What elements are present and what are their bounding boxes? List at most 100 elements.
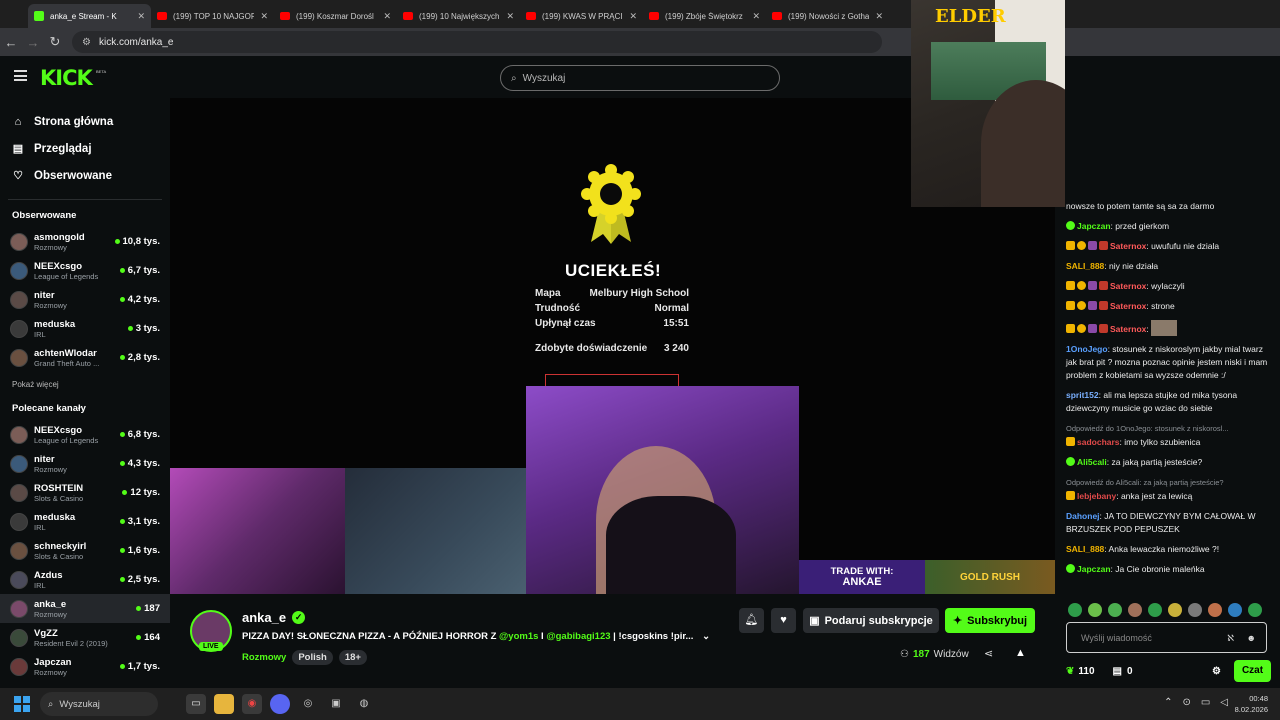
channel-item[interactable]: schneckyirl Slots & Casino 1,6 tys. bbox=[0, 536, 170, 565]
microphone-icon[interactable]: ⊙ bbox=[1182, 697, 1190, 708]
channel-item[interactable]: asmongold Rozmowy 10,8 tys. bbox=[0, 227, 170, 256]
network-icon[interactable]: ▭ bbox=[1201, 697, 1210, 708]
streamer-name[interactable]: anka_e bbox=[242, 610, 286, 625]
app-icon[interactable]: ▣ bbox=[326, 694, 346, 714]
close-icon[interactable]: ✕ bbox=[506, 11, 514, 22]
emote-icon[interactable] bbox=[1128, 603, 1142, 617]
file-explorer-icon[interactable] bbox=[214, 694, 234, 714]
chat-username[interactable]: SALI_888 bbox=[1066, 261, 1104, 271]
chrome-icon[interactable]: ◉ bbox=[242, 694, 262, 714]
browser-tab[interactable]: anka_e Stream - K ✕ bbox=[28, 4, 151, 28]
emote-icon[interactable] bbox=[1068, 603, 1082, 617]
forward-icon[interactable]: → bbox=[22, 35, 44, 50]
reply-reference[interactable]: Odpowiedź do 1OnoJego: stosunek z niskor… bbox=[1066, 422, 1276, 435]
chat-message[interactable]: SALI_888: Anka lewaczka niemożliwe ?! bbox=[1066, 543, 1276, 556]
tag-language[interactable]: Polish bbox=[292, 650, 333, 665]
heart-icon[interactable]: ♥ bbox=[771, 608, 796, 633]
close-icon[interactable]: ✕ bbox=[137, 11, 145, 22]
chat-message[interactable]: Odpowiedź do Ali5cali: za jaką partią je… bbox=[1066, 476, 1276, 503]
site-info-icon[interactable]: ⚙ bbox=[82, 37, 91, 48]
chat-username[interactable]: Saternox bbox=[1110, 241, 1146, 251]
chat-username[interactable]: SALI_888 bbox=[1066, 544, 1104, 554]
chevron-up-icon[interactable]: ⌃ bbox=[1164, 697, 1172, 708]
chat-username[interactable]: Saternox bbox=[1110, 301, 1146, 311]
channel-item[interactable]: Japczan Rozmowy 1,7 tys. bbox=[0, 652, 170, 681]
mention-link[interactable]: @yom1s bbox=[499, 631, 538, 642]
menu-icon[interactable] bbox=[14, 70, 27, 81]
channel-item[interactable]: NEEXcsgo League of Legends 6,7 tys. bbox=[0, 256, 170, 285]
channel-item[interactable]: niter Rozmowy 4,3 tys. bbox=[0, 449, 170, 478]
task-view-icon[interactable]: ▭ bbox=[186, 694, 206, 714]
chat-message[interactable]: Odpowiedź do 1OnoJego: stosunek z niskor… bbox=[1066, 422, 1276, 449]
chat-message[interactable]: Ali5cali: za jaką partią jesteście? bbox=[1066, 456, 1276, 469]
browser-tab[interactable]: (199) Nowości z Gotha ✕ bbox=[766, 4, 889, 28]
emote-icon[interactable] bbox=[1228, 603, 1242, 617]
browser-tab[interactable]: (199) KWAS W PRĄCI ✕ bbox=[520, 4, 643, 28]
reply-reference[interactable]: Odpowiedź do Ali5cali: za jaką partią je… bbox=[1066, 476, 1276, 489]
tag-age[interactable]: 18+ bbox=[338, 650, 367, 665]
chat-username[interactable]: Saternox bbox=[1110, 324, 1146, 334]
channel-item[interactable]: anka_e Rozmowy 187 bbox=[0, 594, 170, 623]
chat-username[interactable]: sadochars bbox=[1077, 437, 1120, 447]
chat-message[interactable]: sprit152: ali ma lepsza stujke od mika t… bbox=[1066, 389, 1276, 415]
emoji-icon[interactable]: ☻ bbox=[1247, 633, 1256, 643]
chat-username[interactable]: Saternox bbox=[1110, 281, 1146, 291]
chat-message[interactable]: Saternox: wylaczyli bbox=[1066, 280, 1276, 293]
browser-tab[interactable]: (199) TOP 10 NAJGORS ✕ bbox=[151, 4, 274, 28]
sidebar-nav-item[interactable]: ⌂ Strona główna bbox=[12, 108, 170, 135]
translate-icon[interactable]: ℵ bbox=[1227, 633, 1234, 644]
steam-icon[interactable]: ◎ bbox=[298, 694, 318, 714]
chat-message[interactable]: Saternox: bbox=[1066, 320, 1276, 336]
chat-username[interactable]: lebjebany bbox=[1077, 491, 1116, 501]
reload-icon[interactable]: ↻ bbox=[44, 34, 66, 50]
browser-tab[interactable]: (199) 10 Największych ✕ bbox=[397, 4, 520, 28]
search-input[interactable]: ⌕ Wyszukaj bbox=[500, 65, 780, 91]
points-count[interactable]: 110 bbox=[1078, 666, 1094, 677]
chat-message[interactable]: Saternox: strone bbox=[1066, 300, 1276, 313]
close-icon[interactable]: ✕ bbox=[875, 11, 883, 22]
chat-username[interactable]: Japczan bbox=[1077, 221, 1111, 231]
channel-item[interactable]: ROSHTEIN Slots & Casino 12 tys. bbox=[0, 478, 170, 507]
emote-icon[interactable] bbox=[1248, 603, 1262, 617]
kick-logo[interactable]: KICK bbox=[40, 66, 93, 90]
settings-icon[interactable]: ⚙ bbox=[1212, 666, 1221, 677]
chat-message[interactable]: SALI_888: niy nie działa bbox=[1066, 260, 1276, 273]
channel-item[interactable]: achtenWlodar Grand Theft Auto ... 2,8 tys. bbox=[0, 343, 170, 372]
volume-icon[interactable]: ◁ bbox=[1220, 697, 1228, 708]
windows-start-icon[interactable] bbox=[14, 696, 30, 712]
chat-message[interactable]: Dahonej: JA TO DIEWCZYNY BYM CAŁOWAŁ W B… bbox=[1066, 510, 1276, 536]
chat-input[interactable]: Wyślij wiadomość ℵ ☻ bbox=[1066, 622, 1267, 653]
channel-item[interactable]: VgZZ Resident Evil 2 (2019) 164 bbox=[0, 623, 170, 652]
bell-icon[interactable]: 🔔︎ bbox=[739, 608, 764, 633]
gifts-count[interactable]: 0 bbox=[1127, 666, 1133, 677]
chat-username[interactable]: Japczan bbox=[1077, 564, 1111, 574]
chat-username[interactable]: Dahonej bbox=[1066, 511, 1100, 521]
close-icon[interactable]: ✕ bbox=[629, 11, 637, 22]
channel-item[interactable]: NEEXcsgo League of Legends 6,8 tys. bbox=[0, 420, 170, 449]
emote-icon[interactable] bbox=[1148, 603, 1162, 617]
emote-icon[interactable] bbox=[1108, 603, 1122, 617]
emote-icon[interactable] bbox=[1088, 603, 1102, 617]
back-icon[interactable]: ← bbox=[0, 35, 22, 50]
send-chat-button[interactable]: Czat bbox=[1234, 660, 1271, 682]
chat-username[interactable]: 1OnoJego bbox=[1066, 344, 1108, 354]
chat-message[interactable]: nowsze to potem tamte są sa za darmo bbox=[1066, 200, 1276, 213]
channel-item[interactable]: Azdus IRL 2,5 tys. bbox=[0, 565, 170, 594]
clock[interactable]: 00:48 8.02.2026 bbox=[1235, 693, 1268, 715]
close-icon[interactable]: ✕ bbox=[260, 11, 268, 22]
sidebar-nav-item[interactable]: ♡ Obserwowane bbox=[12, 162, 170, 189]
share-icon[interactable]: ⋖ bbox=[984, 647, 993, 660]
chat-message[interactable]: Japczan: przed gierkom bbox=[1066, 220, 1276, 233]
show-more-link[interactable]: Pokaż więcej bbox=[0, 380, 170, 389]
mention-link[interactable]: @gabibagi123 bbox=[546, 631, 610, 642]
emote-icon[interactable] bbox=[1168, 603, 1182, 617]
chat-message[interactable]: Japczan: Ja Cie obronie maleńka bbox=[1066, 563, 1276, 576]
discord-icon[interactable] bbox=[270, 694, 290, 714]
emote-icon[interactable] bbox=[1188, 603, 1202, 617]
category-link[interactable]: Rozmowy bbox=[242, 652, 286, 663]
channel-item[interactable]: meduska IRL 3 tys. bbox=[0, 314, 170, 343]
chat-message[interactable]: 1OnoJego: stosunek z niskoroslym jakby m… bbox=[1066, 343, 1276, 382]
emote-icon[interactable] bbox=[1208, 603, 1222, 617]
channel-item[interactable]: meduska IRL 3,1 tys. bbox=[0, 507, 170, 536]
close-icon[interactable]: ✕ bbox=[383, 11, 391, 22]
